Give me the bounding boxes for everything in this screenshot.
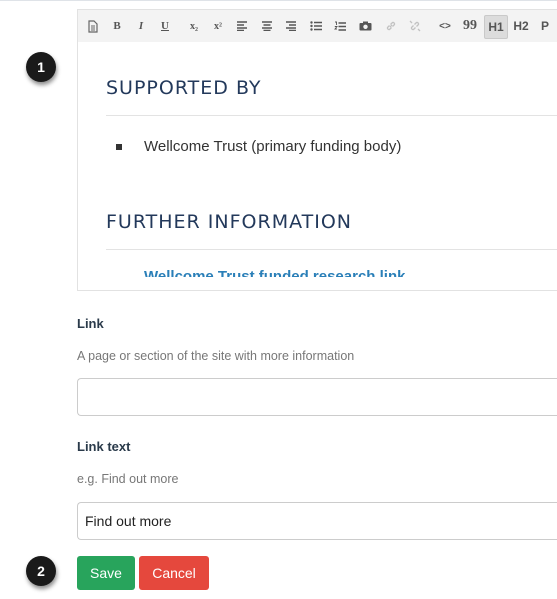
- link-icon[interactable]: [382, 15, 400, 37]
- cancel-button[interactable]: Cancel: [139, 556, 209, 590]
- page-top-border: [0, 0, 557, 1]
- align-center-icon[interactable]: [258, 15, 276, 37]
- link-hint: A page or section of the site with more …: [77, 349, 355, 363]
- code-button[interactable]: <>: [436, 15, 454, 37]
- unlink-icon[interactable]: [406, 15, 424, 37]
- link-text-label: Link text: [77, 439, 131, 454]
- italic-button[interactable]: I: [132, 15, 150, 37]
- heading2-button[interactable]: H2: [510, 15, 532, 37]
- heading-further-information: FURTHER INFORMATION: [106, 211, 352, 233]
- underline-button[interactable]: U: [156, 15, 174, 37]
- rich-text-editor[interactable]: B I U x₂ x² <> 99 H1 H2 P SUPPORTED BY W…: [77, 9, 557, 291]
- align-right-icon[interactable]: [282, 15, 300, 37]
- link-input[interactable]: [77, 378, 557, 416]
- link-label: Link: [77, 316, 104, 331]
- superscript-button[interactable]: x²: [209, 15, 227, 37]
- list-bullet: [116, 144, 122, 150]
- step-marker-2: 2: [26, 556, 56, 586]
- save-button[interactable]: Save: [77, 556, 135, 590]
- list-item: Wellcome Trust (primary funding body): [144, 138, 402, 155]
- numbered-list-icon[interactable]: [331, 15, 349, 37]
- bulleted-list-icon[interactable]: [307, 15, 325, 37]
- link-text-input[interactable]: [77, 502, 557, 540]
- heading1-button[interactable]: H1: [484, 15, 508, 39]
- heading-supported-by: SUPPORTED BY: [106, 77, 262, 99]
- subscript-button[interactable]: x₂: [185, 15, 203, 37]
- heading-divider: [106, 249, 557, 250]
- truncated-link[interactable]: Wellcome Trust funded research link: [144, 268, 405, 277]
- heading-divider: [106, 115, 557, 116]
- source-document-icon[interactable]: [84, 15, 102, 37]
- paragraph-button[interactable]: P: [536, 15, 554, 37]
- editor-toolbar: B I U x₂ x² <> 99 H1 H2 P: [78, 10, 557, 42]
- camera-icon[interactable]: [356, 15, 374, 37]
- align-left-icon[interactable]: [233, 15, 251, 37]
- step-marker-1: 1: [26, 52, 56, 82]
- link-text-hint: e.g. Find out more: [77, 472, 179, 486]
- quote-button[interactable]: 99: [461, 15, 479, 37]
- bold-button[interactable]: B: [108, 15, 126, 37]
